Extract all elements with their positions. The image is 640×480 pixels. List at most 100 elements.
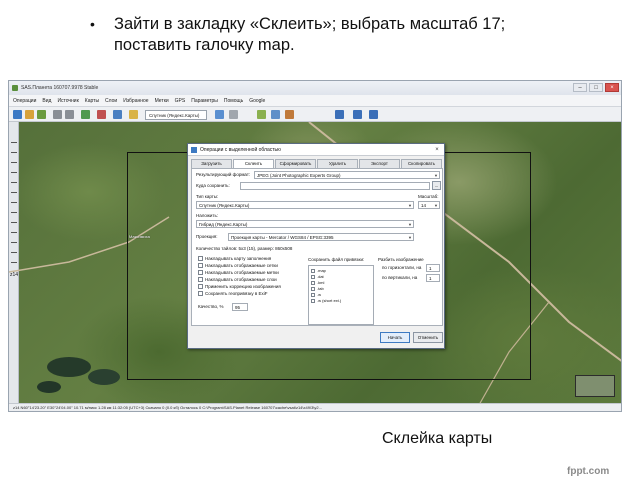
minimap[interactable] xyxy=(575,375,615,397)
polygon-icon[interactable] xyxy=(285,110,294,119)
split-vertical-input[interactable]: 1 xyxy=(426,274,440,282)
menu-favorites[interactable]: Избранное xyxy=(123,98,148,104)
maximize-icon[interactable]: □ xyxy=(589,83,603,92)
checkbox[interactable] xyxy=(311,293,315,297)
menu-layers[interactable]: Слои xyxy=(105,98,117,104)
cursor-icon[interactable] xyxy=(335,110,344,119)
bind-files-list[interactable]: .map .dat .kml .tab .w .w (short ext.) xyxy=(308,265,374,325)
tile-count-text: Количество тайлов: 5x3 (15), размер: 860… xyxy=(196,246,293,251)
checkbox[interactable] xyxy=(198,270,203,275)
tab-copy[interactable]: Скопировать xyxy=(401,159,442,168)
start-button[interactable]: Начать xyxy=(380,332,410,343)
zoom-in-icon[interactable] xyxy=(53,110,62,119)
checkbox[interactable] xyxy=(198,256,203,261)
move-tool-icon[interactable] xyxy=(13,110,22,119)
dialog-icon xyxy=(191,147,197,153)
quality-input[interactable]: 95 xyxy=(232,303,248,311)
chevron-down-icon: ▼ xyxy=(408,235,412,240)
dialog-close-icon[interactable]: × xyxy=(433,146,441,154)
zoom-select[interactable]: 14 ▼ xyxy=(418,201,440,209)
zoom-value: 14 xyxy=(421,203,427,208)
checkbox[interactable] xyxy=(198,277,203,282)
checkbox[interactable] xyxy=(311,281,315,285)
pin-icon[interactable] xyxy=(257,110,266,119)
option-label: Применить коррекцию изображения xyxy=(205,284,281,289)
checkbox[interactable] xyxy=(198,284,203,289)
projection-select[interactable]: Проекция карты - Mercator / WGS84 / EPSG… xyxy=(228,233,414,241)
app-icon xyxy=(12,85,18,91)
marker-icon[interactable] xyxy=(97,110,106,119)
menu-help[interactable]: Помощь xyxy=(224,98,243,104)
navigation-icon[interactable] xyxy=(353,110,362,119)
minimize-icon[interactable]: – xyxy=(573,83,587,92)
zoom-out-icon[interactable] xyxy=(65,110,74,119)
bullet-text: Зайти в закладку «Склеить»; выбрать масш… xyxy=(114,14,594,56)
overlay-value: Гибрид (Яндекс.Карты) xyxy=(199,222,248,227)
option-grids[interactable]: Накладывать отображаемые сетки xyxy=(198,263,278,268)
menu-view[interactable]: Вид xyxy=(42,98,51,104)
globe-icon[interactable] xyxy=(81,110,90,119)
format-select[interactable]: JPEG (Joint Photographic Experts Group) … xyxy=(254,171,440,179)
option-label: Накладывать отображаемые слои xyxy=(205,277,277,282)
checkbox[interactable] xyxy=(311,269,315,273)
overlay-label: Наложить: xyxy=(196,213,219,218)
checkbox[interactable] xyxy=(311,299,315,303)
menu-marks[interactable]: Метки xyxy=(155,98,169,104)
chevron-down-icon: ▼ xyxy=(408,203,412,208)
dialog-title: Операции с выделенной областью xyxy=(200,147,281,153)
window-controls: – □ × xyxy=(573,83,619,92)
menu-source[interactable]: Источник xyxy=(57,98,78,104)
list-item[interactable]: .w (short ext.) xyxy=(311,298,371,304)
menu-gps[interactable]: GPS xyxy=(175,98,186,104)
split-horizontal-input[interactable]: 1 xyxy=(426,264,440,272)
map-type-label: Тип карты: xyxy=(196,194,219,199)
projection-value: Проекция карты - Mercator / WGS84 / EPSG… xyxy=(231,235,334,240)
option-correction[interactable]: Применить коррекцию изображения xyxy=(198,284,281,289)
quality-label: Качество, % xyxy=(198,304,224,309)
save-to-label: Куда сохранить: xyxy=(196,183,230,188)
window-titlebar: SAS.Планета 160707.9978 Stable – □ × xyxy=(9,81,621,95)
checkbox[interactable] xyxy=(198,263,203,268)
bullet-line-2: поставить галочку map. xyxy=(114,36,295,54)
checkbox[interactable] xyxy=(198,291,203,296)
select-tool-icon[interactable] xyxy=(25,110,34,119)
map-type-select[interactable]: Спутник (Яндекс.Карты) ▼ xyxy=(196,201,414,209)
overlay-select[interactable]: Гибрид (Яндекс.Карты) ▼ xyxy=(196,220,414,228)
checkbox[interactable] xyxy=(311,275,315,279)
browse-button[interactable]: ... xyxy=(432,181,441,190)
option-label: Накладывать отображаемые сетки xyxy=(205,263,278,268)
menu-search-provider[interactable]: Google xyxy=(249,98,265,104)
menu-settings[interactable]: Параметры xyxy=(191,98,218,104)
split-horizontal-label: по горизонтали, на xyxy=(382,265,422,270)
map-type-value: Спутник (Яндекс.Карты) xyxy=(199,203,250,208)
grid-icon[interactable] xyxy=(229,110,238,119)
bullet-dot: • xyxy=(90,16,95,32)
tab-download[interactable]: Загрузить xyxy=(191,159,232,168)
checkbox[interactable] xyxy=(311,287,315,291)
menu-operations[interactable]: Операции xyxy=(13,98,36,104)
path-icon[interactable] xyxy=(271,110,280,119)
option-label: Сохранять геопривязку в ExiF xyxy=(205,291,268,296)
save-path-input[interactable] xyxy=(240,182,430,190)
cancel-button[interactable]: Отменить xyxy=(413,332,443,343)
split-label: Разбить изображение xyxy=(378,257,424,262)
layers-icon[interactable] xyxy=(113,110,122,119)
app-screenshot: SAS.Планета 160707.9978 Stable – □ × Опе… xyxy=(8,80,622,412)
gps-icon[interactable] xyxy=(129,110,138,119)
hybrid-layer-icon[interactable] xyxy=(215,110,224,119)
toolbar: Спутник (Яндекс.Карты) xyxy=(9,107,621,122)
tab-delete[interactable]: Удалить xyxy=(317,159,358,168)
map-source-select[interactable]: Спутник (Яндекс.Карты) xyxy=(145,110,207,120)
close-icon[interactable]: × xyxy=(605,83,619,92)
ruler-icon[interactable] xyxy=(37,110,46,119)
dialog-tabs: Загрузить Склеить Сформировать Удалить Э… xyxy=(191,159,443,169)
menu-maps[interactable]: Карты xyxy=(85,98,99,104)
option-fill-map[interactable]: Накладывать карту заполнения xyxy=(198,256,271,261)
center-icon[interactable] xyxy=(369,110,378,119)
tab-export[interactable]: Экспорт xyxy=(359,159,400,168)
bind-file-ext: .w (short ext.) xyxy=(317,298,342,303)
option-exif[interactable]: Сохранять геопривязку в ExiF xyxy=(198,291,268,296)
option-layers[interactable]: Накладывать отображаемые слои xyxy=(198,277,277,282)
option-marks[interactable]: Накладывать отображаемые метки xyxy=(198,270,279,275)
tab-generate[interactable]: Сформировать xyxy=(275,159,316,168)
